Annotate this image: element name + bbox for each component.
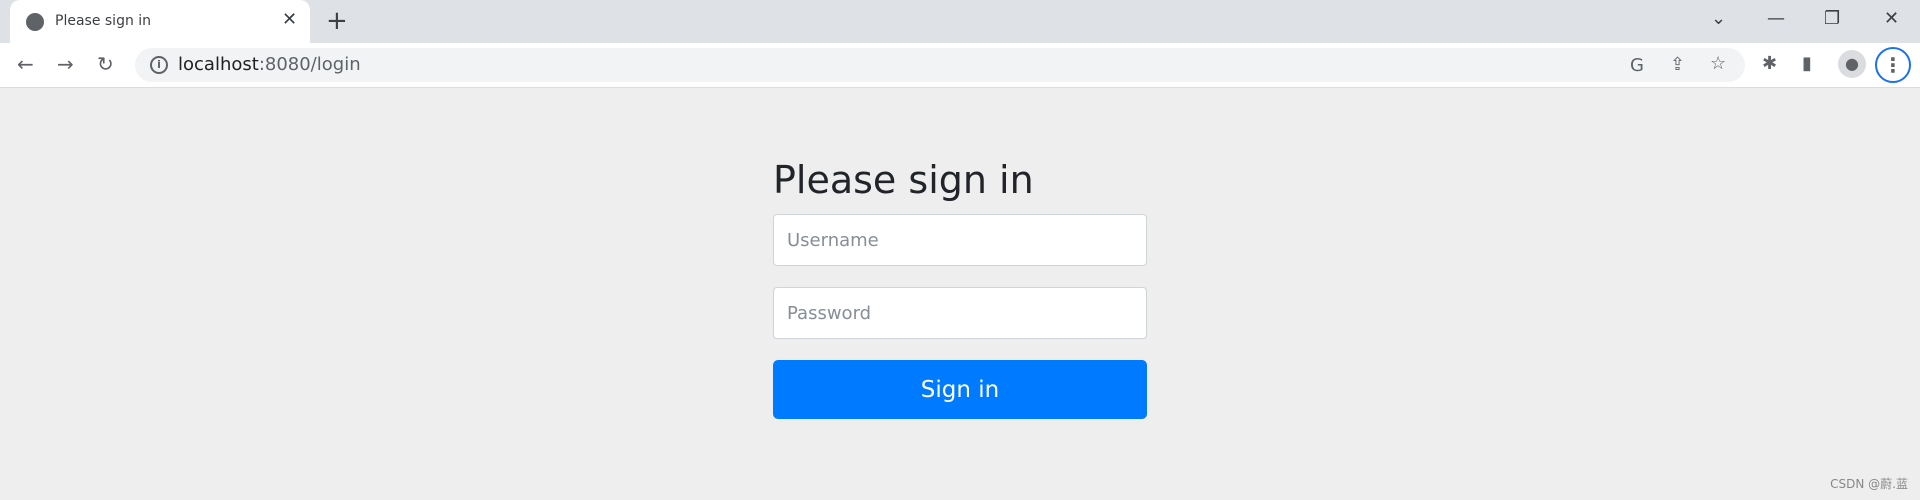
sign-in-button[interactable]: Sign in	[773, 360, 1147, 419]
restore-icon[interactable]: ❐	[1824, 8, 1840, 29]
reload-icon[interactable]: ↻	[97, 52, 114, 76]
username-input[interactable]	[773, 214, 1147, 266]
url-text[interactable]: localhost:8080/login	[178, 54, 361, 75]
more-menu-icon[interactable]: ⋮	[1875, 47, 1911, 83]
back-icon[interactable]: ←	[17, 52, 34, 76]
tab-strip: Please sign in ✕ + ⌄ — ❐ ✕	[0, 0, 1920, 43]
url-path: :8080/login	[258, 54, 361, 75]
bookmark-star-icon[interactable]: ☆	[1710, 53, 1726, 74]
profile-avatar-icon[interactable]: ●	[1838, 50, 1866, 78]
page-title: Please sign in	[773, 158, 1034, 202]
login-form: Please sign in Sign in	[773, 158, 1147, 419]
tab-title: Please sign in	[55, 13, 152, 29]
minimize-icon[interactable]: —	[1767, 8, 1785, 29]
forward-icon[interactable]: →	[57, 52, 74, 76]
url-host: localhost	[178, 54, 259, 75]
extensions-icon[interactable]: ✱	[1762, 53, 1777, 74]
share-icon[interactable]: ⇪	[1670, 54, 1685, 75]
tab-search-chevron-icon[interactable]: ⌄	[1711, 8, 1726, 29]
watermark: CSDN @蔚.蓝	[1830, 477, 1908, 491]
tab-please-sign-in[interactable]: Please sign in ✕	[10, 0, 310, 43]
password-input[interactable]	[773, 287, 1147, 339]
toolbar: ← → ↻ i localhost:8080/login G ⇪ ☆ ✱ ▮ ●…	[0, 43, 1920, 88]
info-icon[interactable]: i	[150, 56, 168, 74]
globe-icon	[26, 13, 44, 31]
translate-icon[interactable]: G	[1630, 55, 1644, 76]
close-window-icon[interactable]: ✕	[1884, 8, 1899, 29]
address-bar[interactable]: i localhost:8080/login G ⇪ ☆	[135, 48, 1745, 82]
close-tab-icon[interactable]: ✕	[282, 9, 297, 30]
new-tab-icon[interactable]: +	[326, 6, 348, 36]
side-panel-icon[interactable]: ▮	[1802, 53, 1812, 74]
